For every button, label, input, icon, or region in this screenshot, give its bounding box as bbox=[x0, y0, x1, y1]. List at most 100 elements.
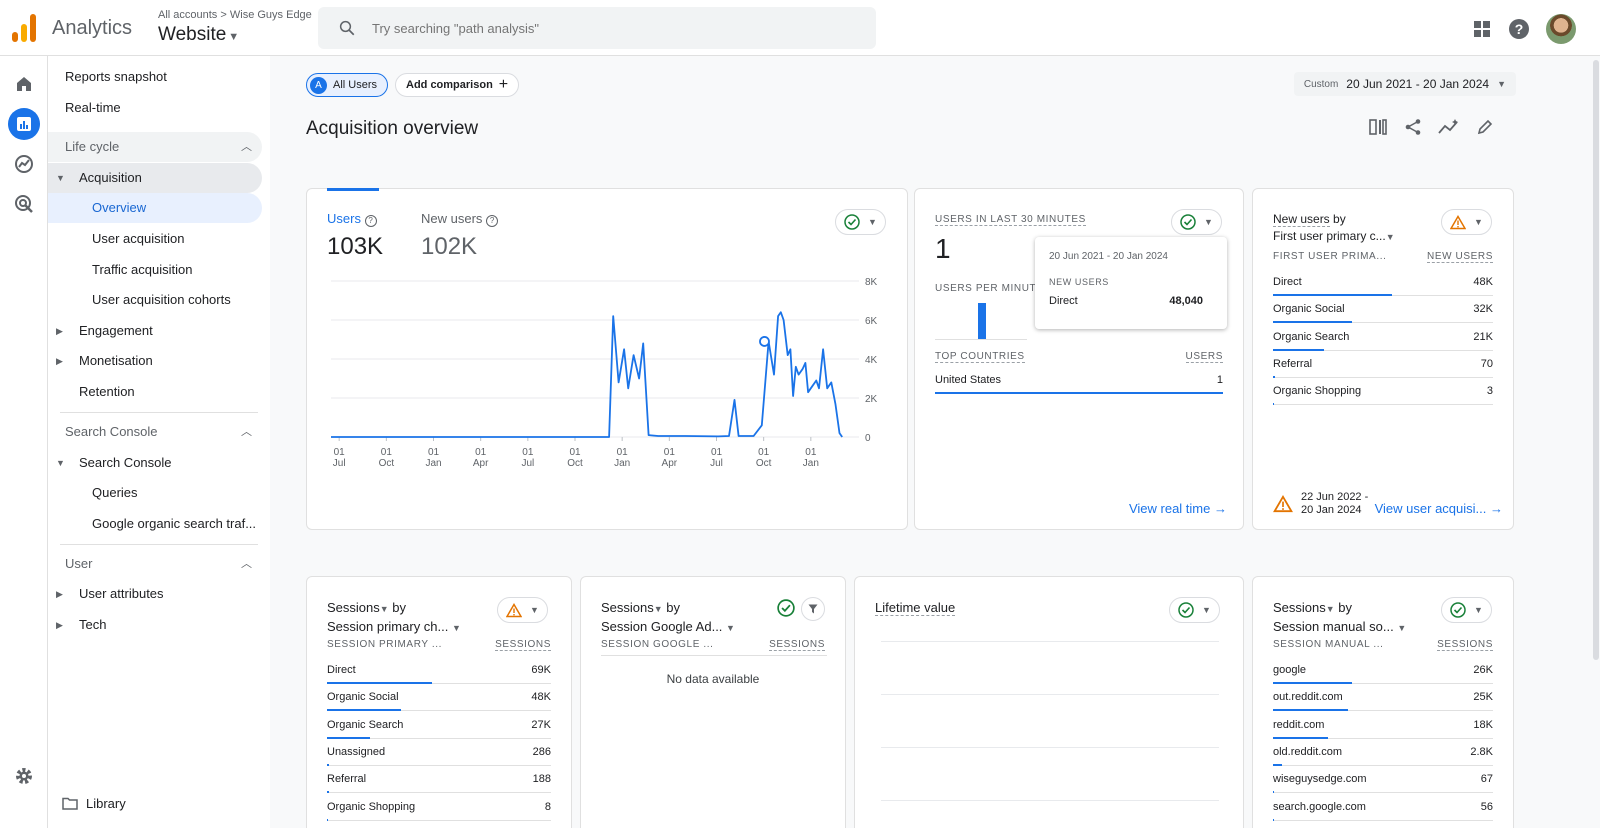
row-label: google bbox=[1273, 664, 1307, 676]
chevron-up-icon: ︿ bbox=[241, 141, 252, 153]
table-row[interactable]: Organic Search 21K bbox=[1273, 324, 1493, 351]
caret-down-icon: ▼ bbox=[379, 604, 389, 614]
row-value: 21K bbox=[1473, 330, 1493, 343]
filter-icon[interactable] bbox=[801, 597, 825, 621]
x-tick-label: 01 Apr bbox=[473, 447, 489, 469]
breadcrumb-account[interactable]: Wise Guys Edge bbox=[230, 9, 312, 21]
card-header[interactable]: Sessions▼ by Session manual so... ▼ bbox=[1273, 599, 1406, 637]
users-tab[interactable]: Users ? 103K bbox=[327, 211, 383, 261]
table-row[interactable]: Organic Shopping 8 bbox=[327, 794, 551, 821]
table-row[interactable]: Organic Social 48K bbox=[327, 684, 551, 712]
nav-realtime[interactable]: Real-time bbox=[48, 93, 262, 123]
search-bar[interactable] bbox=[318, 7, 876, 49]
data-quality-button[interactable]: ▼ bbox=[1441, 597, 1492, 623]
insights-icon[interactable] bbox=[1438, 118, 1460, 136]
table-row[interactable]: old.reddit.com 2.8K bbox=[1273, 739, 1493, 766]
search-input[interactable] bbox=[372, 17, 852, 39]
data-quality-button[interactable]: ▼ bbox=[1169, 597, 1220, 623]
check-circle-icon[interactable] bbox=[777, 599, 795, 620]
card-header[interactable]: Lifetime value bbox=[875, 599, 956, 616]
metric-label: Sessions bbox=[601, 600, 654, 615]
explore-icon[interactable] bbox=[8, 148, 40, 180]
x-tick-label: 01 Jan bbox=[614, 447, 630, 469]
advertising-icon[interactable] bbox=[8, 188, 40, 220]
table-row[interactable]: Direct 48K bbox=[1273, 269, 1493, 296]
table-row[interactable]: search.google.com 56 bbox=[1273, 794, 1493, 821]
help-icon[interactable]: ? bbox=[1508, 18, 1530, 40]
data-quality-warning-button[interactable]: ▼ bbox=[1441, 209, 1492, 235]
home-icon[interactable] bbox=[8, 68, 40, 100]
share-icon[interactable] bbox=[1404, 118, 1422, 136]
side-nav: Reports snapshot Real-time Life cycle ︿ … bbox=[48, 56, 270, 828]
metric-label: Sessions bbox=[1273, 600, 1326, 615]
expand-triangle-icon: ▼ bbox=[56, 173, 65, 183]
help-circle-icon[interactable]: ? bbox=[486, 215, 499, 227]
row-label: United States bbox=[935, 374, 1002, 386]
nav-section-user[interactable]: User ︿ bbox=[48, 549, 262, 579]
nav-acquisition[interactable]: ▼ Acquisition bbox=[48, 163, 262, 193]
nav-section-lifecycle[interactable]: Life cycle ︿ bbox=[48, 132, 262, 162]
apps-grid-icon[interactable] bbox=[1472, 19, 1492, 39]
new-users-tab[interactable]: New users ? 102K bbox=[421, 211, 499, 261]
nav-retention[interactable]: Retention bbox=[48, 377, 262, 407]
table-row[interactable]: Organic Shopping 3 bbox=[1273, 378, 1493, 406]
nav-library[interactable]: Library bbox=[48, 789, 262, 819]
table-row[interactable]: Organic Search 27K bbox=[327, 712, 551, 739]
nav-user-acquisition[interactable]: User acquisition bbox=[48, 224, 262, 254]
table-row[interactable]: google 26K bbox=[1273, 657, 1493, 684]
analytics-logo[interactable] bbox=[12, 14, 38, 42]
table-row[interactable]: Referral 188 bbox=[327, 766, 551, 794]
card-header[interactable]: New users by First user primary c...▼ bbox=[1273, 211, 1395, 246]
settings-icon[interactable] bbox=[8, 760, 40, 792]
table-row[interactable]: Direct 69K bbox=[327, 657, 551, 684]
nav-engagement[interactable]: ▶ Engagement bbox=[48, 316, 262, 346]
help-circle-icon[interactable]: ? bbox=[364, 215, 377, 227]
data-quality-button[interactable]: ▼ bbox=[1171, 209, 1222, 235]
nav-user-attributes[interactable]: ▶ User attributes bbox=[48, 579, 262, 609]
table-row[interactable]: Unassigned 286 bbox=[327, 739, 551, 766]
edit-pencil-icon[interactable] bbox=[1476, 118, 1494, 136]
all-users-chip[interactable]: A All Users bbox=[306, 73, 389, 97]
nav-overview[interactable]: Overview bbox=[48, 193, 262, 223]
nav-section-search-console[interactable]: Search Console ︿ bbox=[48, 417, 262, 447]
view-user-acquisition-link[interactable]: View user acquisi... → bbox=[1375, 501, 1503, 516]
breadcrumb-accounts[interactable]: All accounts bbox=[158, 9, 217, 21]
hover-marker[interactable] bbox=[759, 336, 770, 347]
date-range-picker[interactable]: Custom 20 Jun 2021 - 20 Jan 2024 ▼ bbox=[1293, 72, 1516, 96]
row-value: 48K bbox=[531, 691, 551, 704]
nav-traffic-acquisition[interactable]: Traffic acquisition bbox=[48, 255, 262, 285]
nav-queries[interactable]: Queries bbox=[48, 478, 262, 508]
nav-reports-snapshot[interactable]: Reports snapshot bbox=[48, 62, 262, 92]
property-selector[interactable]: Website ▼ bbox=[158, 24, 239, 46]
scrollbar[interactable] bbox=[1593, 60, 1599, 660]
reports-icon[interactable] bbox=[8, 108, 40, 140]
search-icon bbox=[339, 20, 355, 36]
row-value: 67 bbox=[1480, 773, 1493, 786]
data-quality-button[interactable]: ▼ bbox=[835, 209, 886, 235]
table-row[interactable]: out.reddit.com 25K bbox=[1273, 684, 1493, 712]
caret-down-icon: ▼ bbox=[868, 217, 877, 227]
avatar[interactable] bbox=[1546, 14, 1576, 44]
nav-search-console[interactable]: ▼ Search Console bbox=[48, 448, 262, 478]
nav-tech[interactable]: ▶ Tech bbox=[48, 610, 262, 640]
table-row[interactable]: Referral 70 bbox=[1273, 351, 1493, 378]
column-header: NEW USERS bbox=[1427, 251, 1493, 263]
card-header[interactable]: Sessions▼ by Session primary ch... ▼ bbox=[327, 599, 461, 637]
users-tab-label: Users bbox=[327, 211, 361, 226]
data-quality-warning-button[interactable]: ▼ bbox=[497, 597, 548, 623]
nav-google-organic-search[interactable]: Google organic search traf... bbox=[48, 509, 262, 539]
table-row[interactable]: Organic Social 32K bbox=[1273, 296, 1493, 324]
add-comparison-button[interactable]: Add comparison + bbox=[395, 73, 520, 97]
table-row[interactable]: wiseguysedge.com 67 bbox=[1273, 766, 1493, 794]
nav-section-label: Search Console bbox=[65, 424, 158, 439]
view-realtime-link[interactable]: View real time → bbox=[1129, 501, 1227, 516]
nav-monetisation[interactable]: ▶ Monetisation bbox=[48, 346, 262, 376]
row-value: 32K bbox=[1473, 303, 1493, 316]
row-value: 188 bbox=[532, 773, 551, 786]
table-row[interactable]: reddit.com 18K bbox=[1273, 712, 1493, 739]
x-tick-label: 01 Jul bbox=[710, 447, 723, 469]
breadcrumb[interactable]: All accounts > Wise Guys Edge bbox=[158, 9, 312, 21]
card-header[interactable]: Sessions▼ by Session Google Ad... ▼ bbox=[601, 599, 735, 637]
compare-icon[interactable] bbox=[1368, 118, 1388, 136]
nav-user-acquisition-cohorts[interactable]: User acquisition cohorts bbox=[48, 285, 262, 315]
